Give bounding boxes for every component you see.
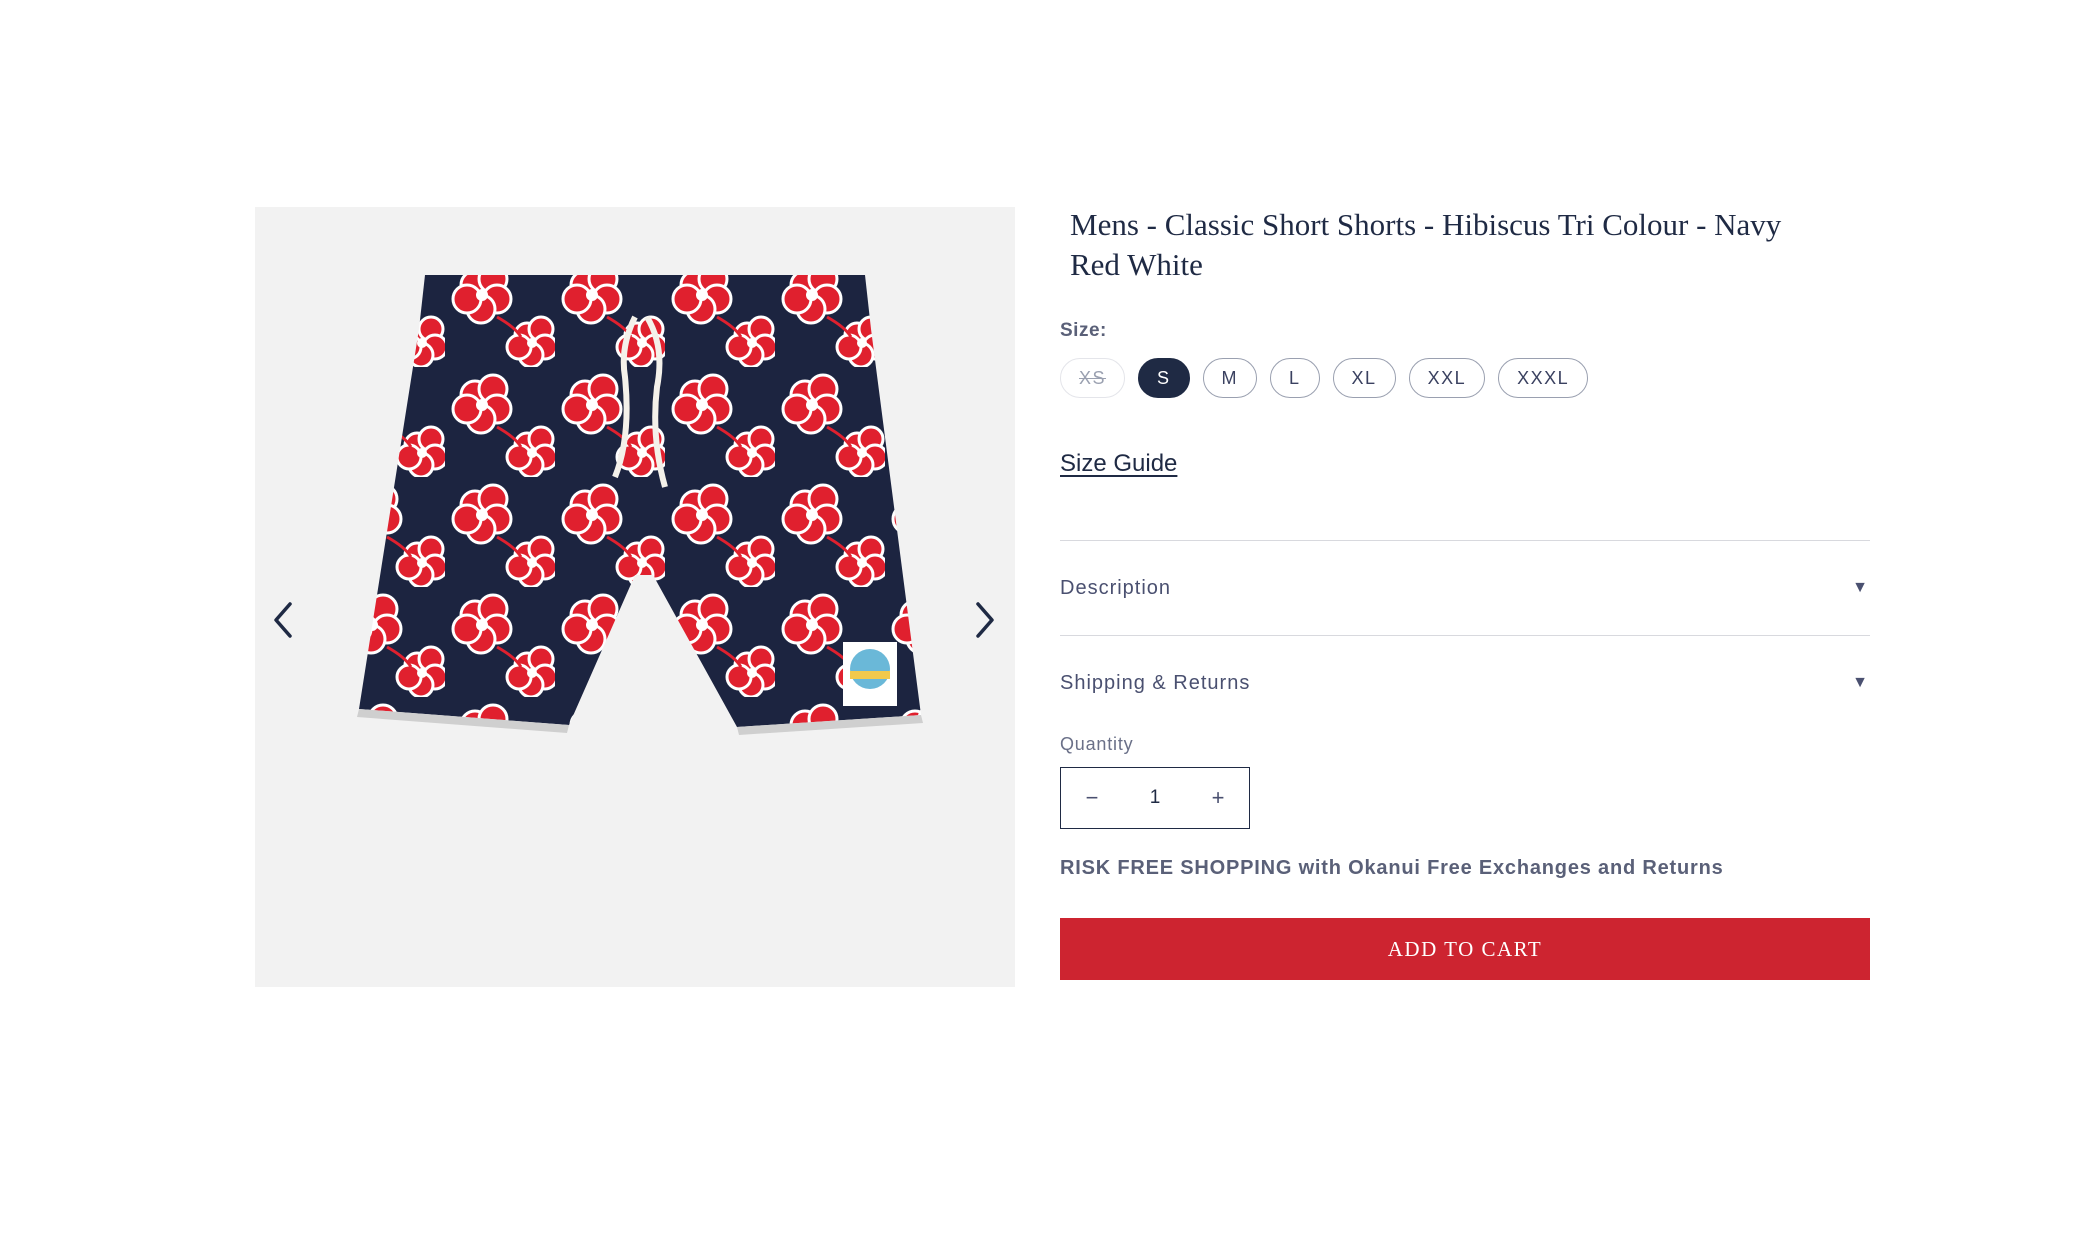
caret-down-icon: ▼ — [1852, 674, 1868, 691]
promo-text: RISK FREE SHOPPING with Okanui Free Exch… — [1060, 857, 1724, 879]
size-label: Size: — [1060, 320, 1107, 341]
product-gallery — [255, 207, 1015, 987]
size-option-xxl[interactable]: XXL — [1408, 358, 1486, 398]
size-option-xl[interactable]: XL — [1332, 358, 1396, 398]
size-option-m[interactable]: M — [1202, 358, 1258, 398]
accordion-description-label: Description — [1060, 576, 1172, 599]
quantity-input[interactable] — [1123, 786, 1187, 810]
accordion-description[interactable]: Description ▼ — [1060, 541, 1870, 636]
accordion-shipping-label: Shipping & Returns — [1060, 671, 1251, 694]
product-page: Mens - Classic Short Shorts - Hibiscus T… — [0, 0, 2100, 1250]
size-guide-link[interactable]: Size Guide — [1060, 450, 1177, 478]
quantity-decrease-button[interactable]: − — [1061, 768, 1123, 828]
product-accordion: Description ▼ Shipping & Returns ▼ — [1060, 540, 1870, 730]
chevron-left-icon — [274, 602, 292, 638]
gallery-next-button[interactable] — [965, 590, 1005, 650]
quantity-label: Quantity — [1060, 734, 1134, 754]
size-option-l[interactable]: L — [1270, 358, 1320, 398]
product-image[interactable] — [335, 257, 935, 777]
size-selector: XS S M L XL XXL XXXL — [1060, 358, 1870, 398]
quantity-stepper: − + — [1060, 767, 1250, 829]
chevron-right-icon — [976, 602, 994, 638]
add-to-cart-button[interactable]: ADD TO CART — [1060, 918, 1870, 980]
gallery-prev-button[interactable] — [263, 590, 303, 650]
product-info: Mens - Classic Short Shorts - Hibiscus T… — [1060, 205, 1870, 980]
size-option-s[interactable]: S — [1138, 358, 1190, 398]
size-option-xs[interactable]: XS — [1060, 358, 1126, 398]
size-option-xxxl[interactable]: XXXL — [1498, 358, 1589, 398]
product-title: Mens - Classic Short Shorts - Hibiscus T… — [1070, 207, 1782, 282]
caret-down-icon: ▼ — [1852, 579, 1868, 596]
accordion-shipping-returns[interactable]: Shipping & Returns ▼ — [1060, 636, 1870, 730]
quantity-increase-button[interactable]: + — [1187, 768, 1249, 828]
